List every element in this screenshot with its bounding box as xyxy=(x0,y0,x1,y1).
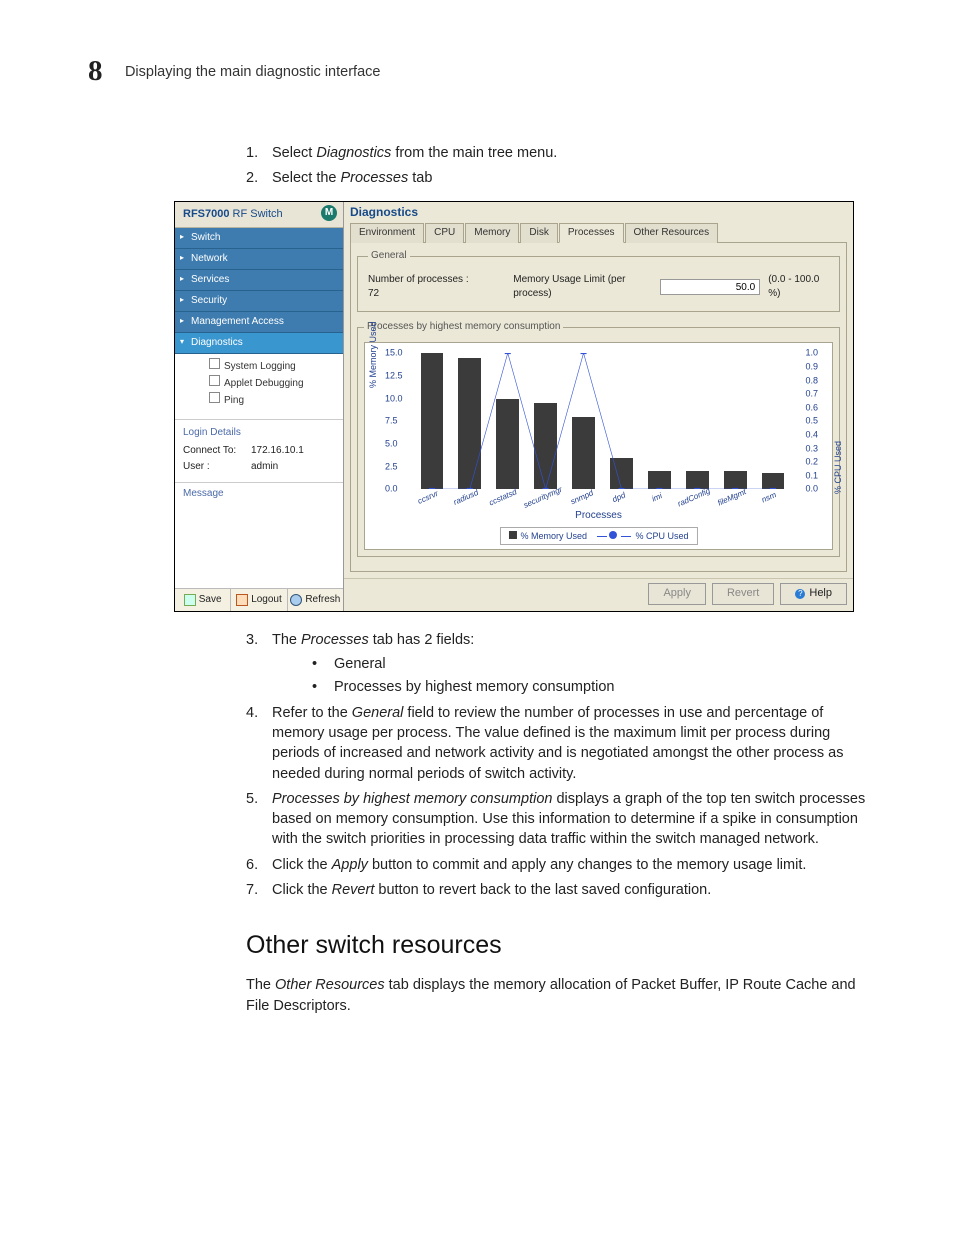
sidebar-title: RFS7000 RF Switch M xyxy=(175,202,343,228)
steps-top: 1.Select Diagnostics from the main tree … xyxy=(246,143,866,189)
sidebar-item-services[interactable]: Services xyxy=(175,270,343,291)
sidebar-item-security[interactable]: Security xyxy=(175,291,343,312)
y2-tick: 0.1 xyxy=(805,469,818,482)
help-icon: ? xyxy=(795,589,805,599)
screenshot: RFS7000 RF Switch M SwitchNetworkService… xyxy=(174,201,854,612)
y-tick: 12.5 xyxy=(385,370,403,383)
legend-entry-1: % CPU Used xyxy=(636,531,689,541)
main-title: Diagnostics xyxy=(344,202,853,223)
y-tick: 0.0 xyxy=(385,483,398,496)
section-paragraph: The Other Resources tab displays the mem… xyxy=(246,975,866,1016)
y2-tick: 0.0 xyxy=(805,483,818,496)
sidebar-subtree: System LoggingApplet DebuggingPing xyxy=(175,354,343,420)
refresh-label: Refresh xyxy=(305,593,340,607)
bullet-item: Processes by highest memory consumption xyxy=(312,677,866,697)
product-name-rest: RF Switch xyxy=(229,208,282,220)
brand-logo-icon: M xyxy=(321,205,337,221)
legend-swatch-bar-icon xyxy=(508,531,516,539)
tab-bar: EnvironmentCPUMemoryDiskProcessesOther R… xyxy=(344,222,853,242)
y-tick: 10.0 xyxy=(385,392,403,405)
y2-tick: 0.7 xyxy=(805,388,818,401)
revert-button[interactable]: Revert xyxy=(712,583,774,604)
mem-limit-label: Memory Usage Limit (per process) xyxy=(513,273,654,301)
chart-legend: % Memory Used % CPU Used xyxy=(499,527,697,546)
sidebar-item-switch[interactable]: Switch xyxy=(175,228,343,249)
general-legend: General xyxy=(368,249,410,263)
refresh-button[interactable]: Refresh xyxy=(288,589,343,611)
legend-swatch-line-icon xyxy=(609,531,617,539)
y2-axis-label: % CPU Used xyxy=(832,441,845,494)
step-item: 6.Click the Apply button to commit and a… xyxy=(246,855,866,875)
tab-processes[interactable]: Processes xyxy=(559,223,624,243)
y2-tick: 0.5 xyxy=(805,415,818,428)
tab-other-resources[interactable]: Other Resources xyxy=(625,223,719,243)
help-button[interactable]: ? Help xyxy=(780,583,847,604)
save-button[interactable]: Save xyxy=(175,589,231,611)
y-tick: 7.5 xyxy=(385,415,398,428)
message-legend: Message xyxy=(183,487,335,501)
tab-disk[interactable]: Disk xyxy=(520,223,557,243)
y2-tick: 0.3 xyxy=(805,442,818,455)
x-axis-label: Processes xyxy=(365,509,832,523)
bullet-item: General xyxy=(312,654,866,674)
tree-item-ping[interactable]: Ping xyxy=(195,392,337,409)
section-heading: Other switch resources xyxy=(246,928,866,963)
step-item: 7.Click the Revert button to revert back… xyxy=(246,880,866,900)
num-processes-label: Number of processes : 72 xyxy=(368,273,473,301)
step-item: 5.Processes by highest memory consumptio… xyxy=(246,789,866,850)
mem-limit-range: (0.0 - 100.0 %) xyxy=(768,273,829,301)
mem-limit-input[interactable] xyxy=(660,279,760,295)
login-details: Login Details Connect To:172.16.10.1 Use… xyxy=(175,420,343,482)
legend-entry-0: % Memory Used xyxy=(520,531,587,541)
general-panel: General Number of processes : 72 Memory … xyxy=(357,249,840,312)
y2-tick: 0.9 xyxy=(805,361,818,374)
chapter-number: 8 xyxy=(88,55,103,88)
chart: % Memory Used % CPU Used 0.0 2.5 5.0 7.5 10.… xyxy=(364,342,833,550)
sidebar: RFS7000 RF Switch M SwitchNetworkService… xyxy=(175,202,344,611)
y2-tick: 1.0 xyxy=(805,347,818,360)
y2-tick: 0.8 xyxy=(805,374,818,387)
login-legend: Login Details xyxy=(183,426,335,440)
save-label: Save xyxy=(199,593,222,607)
connect-value: 172.16.10.1 xyxy=(251,444,304,458)
tree-item-applet-debugging[interactable]: Applet Debugging xyxy=(195,375,337,392)
step-item: 3.The Processes tab has 2 fields:General… xyxy=(246,630,866,698)
message-panel: Message xyxy=(175,482,343,588)
sidebar-item-diagnostics[interactable]: Diagnostics xyxy=(175,333,343,354)
logout-button[interactable]: Logout xyxy=(231,589,287,611)
product-name-bold: RFS7000 xyxy=(183,208,229,220)
y-tick: 15.0 xyxy=(385,347,403,360)
logout-label: Logout xyxy=(251,593,282,607)
page-title: Displaying the main diagnostic interface xyxy=(125,64,381,80)
connect-label: Connect To: xyxy=(183,444,251,458)
y2-tick: 0.4 xyxy=(805,429,818,442)
chart-legend-title: Processes by highest memory consumption xyxy=(364,320,563,334)
step-item: 1.Select Diagnostics from the main tree … xyxy=(246,143,866,163)
step-item: 2.Select the Processes tab xyxy=(246,168,866,188)
tab-cpu[interactable]: CPU xyxy=(425,223,464,243)
y2-tick: 0.2 xyxy=(805,456,818,469)
steps-bottom: 3.The Processes tab has 2 fields:General… xyxy=(246,630,866,901)
user-label: User : xyxy=(183,460,251,474)
chart-panel: Processes by highest memory consumption … xyxy=(357,320,840,557)
refresh-icon xyxy=(290,594,302,606)
tree-item-system-logging[interactable]: System Logging xyxy=(195,358,337,375)
y-axis-label: % Memory Used xyxy=(367,322,380,389)
y2-tick: 0.6 xyxy=(805,401,818,414)
help-label: Help xyxy=(809,586,832,601)
sidebar-item-network[interactable]: Network xyxy=(175,249,343,270)
apply-button[interactable]: Apply xyxy=(648,583,706,604)
tab-memory[interactable]: Memory xyxy=(465,223,519,243)
tab-environment[interactable]: Environment xyxy=(350,223,424,243)
sidebar-item-management-access[interactable]: Management Access xyxy=(175,312,343,333)
step-item: 4.Refer to the General field to review t… xyxy=(246,703,866,784)
main-footer: Apply Revert ? Help xyxy=(344,578,853,610)
main-panel: Diagnostics EnvironmentCPUMemoryDiskProc… xyxy=(344,202,853,611)
y-tick: 2.5 xyxy=(385,460,398,473)
user-value: admin xyxy=(251,460,278,474)
sidebar-footer: Save Logout Refresh xyxy=(175,588,343,611)
y-tick: 5.0 xyxy=(385,438,398,451)
save-icon xyxy=(184,594,196,606)
logout-icon xyxy=(236,594,248,606)
